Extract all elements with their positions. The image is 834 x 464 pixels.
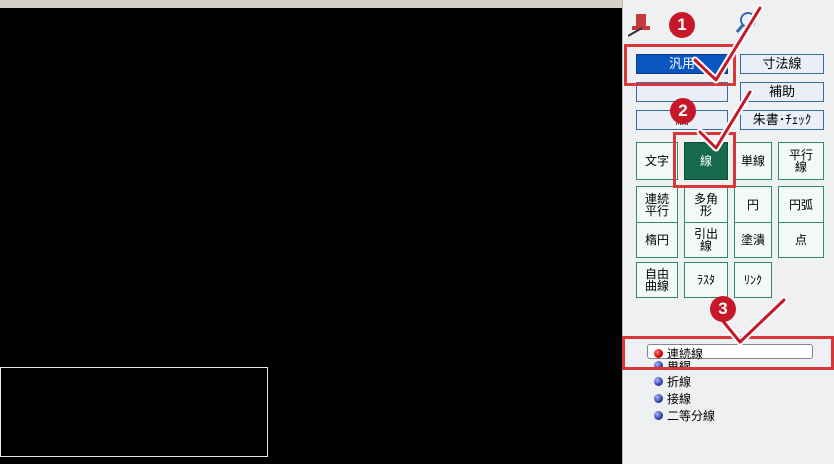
step-badge-2: 2 <box>670 98 696 124</box>
step-badge-3: 3 <box>710 296 736 322</box>
checkmark-overlay <box>691 4 788 346</box>
step-badge-1: 1 <box>669 12 695 38</box>
